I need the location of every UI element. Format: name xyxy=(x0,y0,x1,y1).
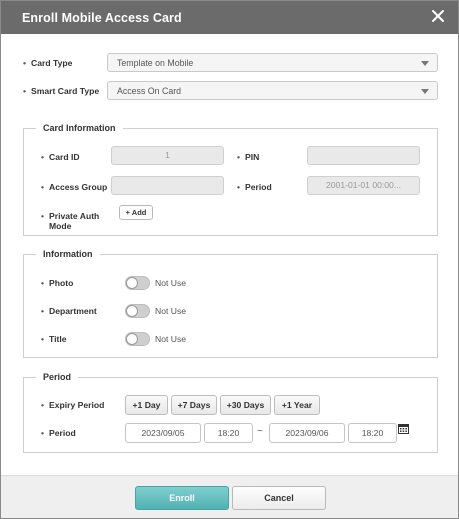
dialog-title: Enroll Mobile Access Card xyxy=(22,11,182,25)
end-date-input[interactable]: 2023/09/06 xyxy=(269,423,345,443)
access-group-label: Access Group xyxy=(41,182,107,192)
enroll-button[interactable]: Enroll xyxy=(135,486,229,510)
card-type-value: Template on Mobile xyxy=(117,58,194,68)
period-label: Period xyxy=(237,182,272,192)
pin-label: PIN xyxy=(237,152,259,162)
information-legend: Information xyxy=(36,249,100,259)
title-toggle-label: Not Use xyxy=(155,334,187,344)
plus-7-days-button[interactable]: +7 Days xyxy=(171,395,217,415)
card-id-label: Card ID xyxy=(41,152,80,162)
toggle-knob xyxy=(126,277,138,289)
dialog-footer: Enroll Cancel xyxy=(1,475,458,518)
cancel-button[interactable]: Cancel xyxy=(232,486,326,510)
department-label: Department xyxy=(41,306,97,316)
card-id-field: 1 xyxy=(111,146,224,165)
close-icon[interactable] xyxy=(430,8,446,24)
title-label: Title xyxy=(41,334,67,344)
chevron-down-icon xyxy=(421,61,429,66)
department-toggle[interactable] xyxy=(125,304,150,318)
private-auth-mode-label-2: Mode xyxy=(49,221,72,231)
expiry-period-label: Expiry Period xyxy=(41,400,104,410)
photo-label: Photo xyxy=(41,278,73,288)
dialog-titlebar: Enroll Mobile Access Card xyxy=(1,1,458,34)
toggle-knob xyxy=(126,305,138,317)
start-date-input[interactable]: 2023/09/05 xyxy=(125,423,201,443)
pin-field xyxy=(307,146,420,165)
chevron-down-icon xyxy=(421,89,429,94)
access-group-field xyxy=(111,176,224,195)
plus-1-year-button[interactable]: +1 Year xyxy=(274,395,320,415)
photo-toggle[interactable] xyxy=(125,276,150,290)
period-range-label: Period xyxy=(41,428,76,438)
period-field: 2001-01-01 00:00... xyxy=(307,176,420,195)
toggle-knob xyxy=(126,333,138,345)
smart-card-type-label: Smart Card Type xyxy=(23,86,99,96)
card-type-label: Card Type xyxy=(23,58,72,68)
title-toggle[interactable] xyxy=(125,332,150,346)
period-legend: Period xyxy=(36,372,79,382)
end-time-input[interactable]: 18:20 xyxy=(348,423,397,443)
card-type-select[interactable]: Template on Mobile xyxy=(107,53,438,72)
smart-card-type-value: Access On Card xyxy=(117,86,182,96)
department-toggle-label: Not Use xyxy=(155,306,187,316)
enroll-mobile-access-card-dialog: Enroll Mobile Access Card Card Type Temp… xyxy=(0,0,459,519)
plus-1-day-button[interactable]: +1 Day xyxy=(125,395,168,415)
private-auth-mode-label: Private Auth xyxy=(41,211,99,221)
smart-card-type-select[interactable]: Access On Card xyxy=(107,81,438,100)
photo-toggle-label: Not Use xyxy=(155,278,187,288)
calendar-icon[interactable] xyxy=(398,423,409,436)
card-information-legend: Card Information xyxy=(36,123,123,133)
start-time-input[interactable]: 18:20 xyxy=(204,423,253,443)
add-private-auth-button[interactable]: + Add xyxy=(119,205,153,220)
plus-30-days-button[interactable]: +30 Days xyxy=(220,395,271,415)
period-separator: ~ xyxy=(257,426,263,437)
